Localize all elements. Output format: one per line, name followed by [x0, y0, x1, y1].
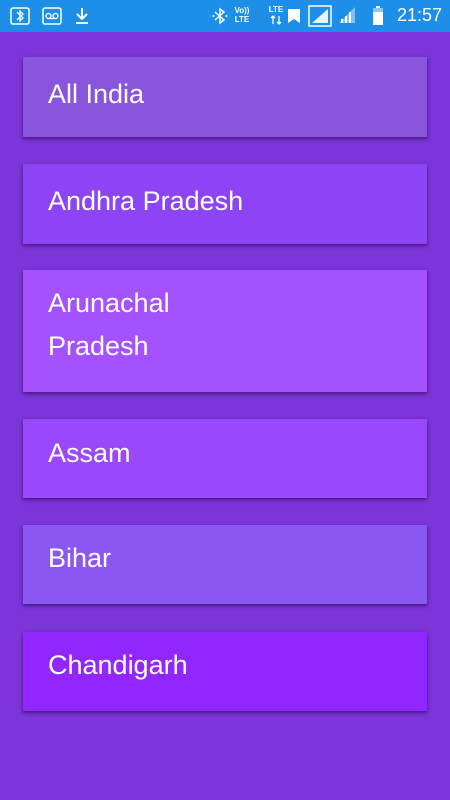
lte-icon: LTE	[268, 5, 284, 14]
region-label: Assam	[48, 438, 131, 468]
region-label: All India	[48, 79, 145, 109]
volte-icon: Vo)) LTE	[234, 6, 250, 24]
bluetooth-icon	[212, 7, 228, 25]
voicemail-icon	[42, 7, 62, 25]
signal-icon	[308, 5, 332, 27]
download-icon	[76, 8, 88, 24]
status-time: 21:57	[396, 5, 442, 25]
region-card-andhra-pradesh[interactable]: Andhra Pradesh	[23, 164, 427, 244]
region-card-all-india[interactable]: All India	[23, 57, 427, 137]
data-arrows-icon	[270, 15, 282, 25]
signal-icon	[288, 9, 300, 23]
battery-icon	[373, 6, 383, 25]
region-card-bihar[interactable]: Bihar	[23, 525, 427, 604]
bluetooth-icon	[10, 7, 30, 25]
region-card-arunachal-pradesh[interactable]: Arunachal Pradesh	[23, 270, 427, 392]
region-card-chandigarh[interactable]: Chandigarh	[23, 632, 427, 711]
region-label: Chandigarh	[48, 650, 188, 680]
region-label: Bihar	[48, 543, 112, 573]
region-list: All India Andhra Pradesh Arunachal Prade…	[0, 32, 450, 800]
region-card-assam[interactable]: Assam	[23, 419, 427, 498]
status-bar: Vo)) LTE LTE 21:57	[0, 0, 450, 32]
signal-icon	[339, 7, 355, 23]
region-label: Andhra Pradesh	[48, 186, 244, 216]
region-label: Arunachal Pradesh	[48, 288, 170, 361]
